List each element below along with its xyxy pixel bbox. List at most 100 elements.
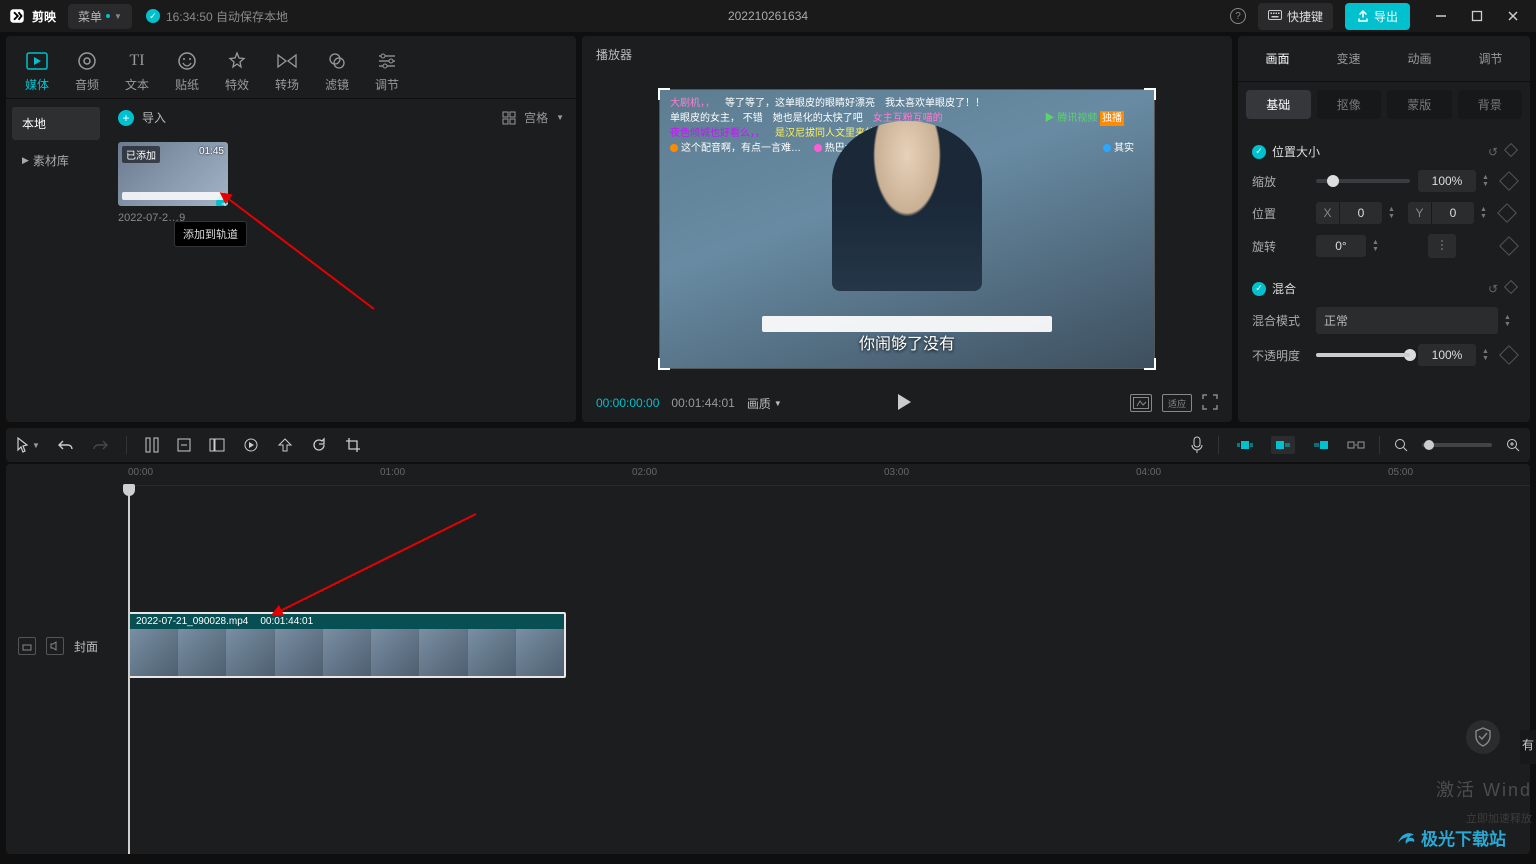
- app-name: 剪映: [32, 8, 56, 25]
- track-mute-button[interactable]: [46, 637, 64, 655]
- playhead[interactable]: [128, 486, 130, 854]
- export-button[interactable]: 导出: [1345, 3, 1410, 30]
- check-icon[interactable]: ✓: [1252, 282, 1266, 296]
- quality-selector[interactable]: 画质▼: [747, 395, 782, 412]
- pos-x-input[interactable]: X0: [1316, 202, 1382, 224]
- timeline-ruler[interactable]: 00:00 01:00 02:00 03:00 04:00 05:00: [128, 464, 1530, 486]
- keyframe-rotate[interactable]: [1499, 236, 1519, 256]
- help-icon[interactable]: ?: [1230, 8, 1246, 24]
- maximize-button[interactable]: [1470, 9, 1484, 23]
- pos-y-spin[interactable]: ▲▼: [1480, 206, 1492, 220]
- fullscreen-button[interactable]: [1202, 394, 1218, 413]
- zoom-slider[interactable]: [1422, 443, 1492, 447]
- video-frame[interactable]: 大剧机，，等了等了，这单眼皮的眼睛好漂亮我太喜欢单眼皮了！！ 单眼皮的女主， 不…: [660, 90, 1154, 368]
- close-button[interactable]: [1506, 9, 1520, 23]
- timeline-clip[interactable]: 2022-07-21_090028.mp400:01:44:01: [128, 612, 566, 678]
- rotate-value[interactable]: 0°: [1316, 235, 1366, 257]
- subtab-mask[interactable]: 蒙版: [1387, 90, 1452, 119]
- pointer-tool[interactable]: ▼: [16, 437, 40, 453]
- logo-icon: [8, 7, 26, 25]
- blend-mode-select[interactable]: 正常: [1316, 307, 1498, 334]
- reverse-button[interactable]: [277, 438, 293, 452]
- keyframe-pos[interactable]: [1497, 203, 1517, 223]
- undo-button[interactable]: [58, 438, 74, 452]
- cover-button[interactable]: 封面: [74, 638, 98, 655]
- crop-button[interactable]: [345, 437, 361, 453]
- keyframe-icon[interactable]: [1504, 142, 1518, 156]
- tab-filter[interactable]: 滤镜: [312, 44, 362, 98]
- scale-spin[interactable]: ▲▼: [1482, 174, 1494, 188]
- add-to-track-button[interactable]: +: [216, 194, 228, 206]
- snap-next-button[interactable]: [1309, 436, 1333, 454]
- side-indicator[interactable]: 有: [1520, 730, 1536, 764]
- media-clip-thumb[interactable]: 已添加 01:45 + 2022-07-2…9: [118, 142, 228, 224]
- resize-handle-br[interactable]: [1144, 358, 1156, 370]
- zoom-fit-button[interactable]: [1506, 438, 1520, 452]
- subtab-bg[interactable]: 背景: [1458, 90, 1523, 119]
- crop-left-button[interactable]: [209, 438, 225, 452]
- cut-mode-button[interactable]: [1347, 438, 1365, 452]
- tab-transition[interactable]: 转场: [262, 44, 312, 98]
- import-plus-button[interactable]: +: [118, 110, 134, 126]
- subtab-basic[interactable]: 基础: [1246, 90, 1311, 119]
- scale-value[interactable]: 100%: [1418, 170, 1476, 192]
- minimize-button[interactable]: [1434, 9, 1448, 23]
- shield-icon[interactable]: [1466, 720, 1500, 754]
- tab-adjust[interactable]: 调节: [362, 44, 412, 98]
- opacity-spin[interactable]: ▲▼: [1482, 348, 1494, 362]
- track-lock-button[interactable]: [18, 637, 36, 655]
- insp-tab-speed[interactable]: 变速: [1313, 44, 1384, 73]
- blend-spin[interactable]: ▲▼: [1504, 314, 1516, 328]
- tab-media[interactable]: 媒体: [12, 44, 62, 98]
- snap-prev-button[interactable]: [1271, 436, 1295, 454]
- timeline[interactable]: 00:00 01:00 02:00 03:00 04:00 05:00 封面 2…: [6, 464, 1530, 854]
- player-stage[interactable]: 大剧机，，等了等了，这单眼皮的眼睛好漂亮我太喜欢单眼皮了！！ 单眼皮的女主， 不…: [582, 73, 1232, 384]
- flip-button[interactable]: [1428, 234, 1456, 258]
- sidebar-library[interactable]: ▶素材库: [12, 144, 100, 177]
- menu-button[interactable]: 菜单 ▼: [68, 4, 132, 29]
- adjust-icon: [376, 50, 398, 72]
- insp-tab-picture[interactable]: 画面: [1242, 44, 1313, 73]
- opacity-value[interactable]: 100%: [1418, 344, 1476, 366]
- rotate-spin[interactable]: ▲▼: [1372, 239, 1384, 253]
- rotate-button[interactable]: [311, 437, 327, 453]
- tab-audio[interactable]: 音频: [62, 44, 112, 98]
- keyframe-icon[interactable]: [1504, 279, 1518, 293]
- split-button[interactable]: [145, 437, 159, 453]
- resize-handle-bl[interactable]: [658, 358, 670, 370]
- reset-icon[interactable]: ↺: [1488, 145, 1498, 159]
- resize-handle-tl[interactable]: [658, 88, 670, 100]
- freeze-button[interactable]: [243, 437, 259, 453]
- insp-tab-adjust[interactable]: 调节: [1455, 44, 1526, 73]
- resize-handle-tr[interactable]: [1144, 88, 1156, 100]
- insp-tab-anim[interactable]: 动画: [1384, 44, 1455, 73]
- record-button[interactable]: [1190, 436, 1204, 454]
- pos-y-input[interactable]: Y0: [1408, 202, 1474, 224]
- snap-main-button[interactable]: [1233, 436, 1257, 454]
- keyframe-scale[interactable]: [1499, 171, 1519, 191]
- annotation-arrow-1: [214, 189, 384, 319]
- scale-slider[interactable]: [1316, 179, 1410, 183]
- reset-icon[interactable]: ↺: [1488, 282, 1498, 296]
- compare-button[interactable]: [1130, 394, 1152, 412]
- pos-x-spin[interactable]: ▲▼: [1388, 206, 1400, 220]
- hotkey-button[interactable]: 快捷键: [1258, 3, 1333, 30]
- view-toggle[interactable]: 宫格 ▼: [502, 109, 564, 126]
- tab-effect[interactable]: 特效: [212, 44, 262, 98]
- sidebar-local[interactable]: 本地: [12, 107, 100, 140]
- tab-text[interactable]: TI文本: [112, 44, 162, 98]
- tab-sticker[interactable]: 贴纸: [162, 44, 212, 98]
- app-logo: 剪映: [8, 7, 56, 25]
- keyframe-opacity[interactable]: [1499, 345, 1519, 365]
- delete-button[interactable]: [177, 438, 191, 452]
- ratio-button[interactable]: 适应: [1162, 394, 1192, 412]
- import-label[interactable]: 导入: [142, 109, 166, 126]
- zoom-preset-button[interactable]: [1394, 438, 1408, 452]
- play-button[interactable]: [896, 393, 912, 414]
- opacity-slider[interactable]: [1316, 353, 1410, 357]
- subtab-cutout[interactable]: 抠像: [1317, 90, 1382, 119]
- redo-button[interactable]: [92, 438, 108, 452]
- row-opacity: 不透明度 100% ▲▼: [1252, 344, 1516, 366]
- total-time: 00:01:44:01: [671, 396, 734, 410]
- check-icon[interactable]: ✓: [1252, 145, 1266, 159]
